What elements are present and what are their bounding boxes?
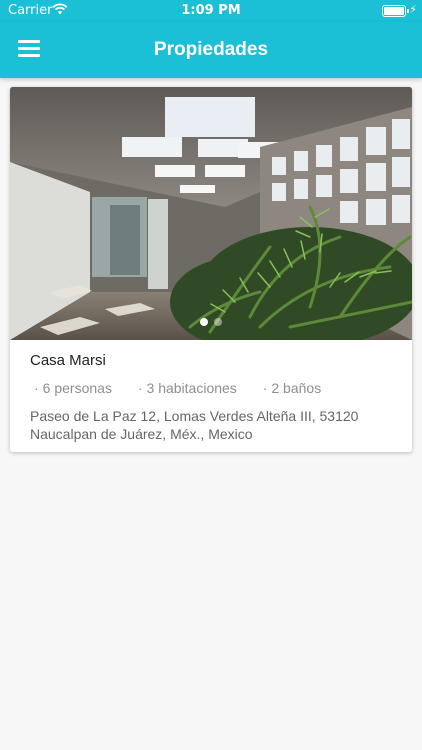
feature-bedrooms: 3 habitaciones: [138, 380, 237, 396]
charging-icon: ⚡: [409, 3, 417, 16]
app-bar: Propiedades: [0, 22, 422, 78]
clock: 1:09 PM: [181, 3, 241, 18]
page-title: Propiedades: [153, 39, 269, 60]
property-address: Paseo de La Paz 12, Lomas Verdes Alteña …: [30, 408, 359, 442]
property-photo[interactable]: [10, 87, 412, 340]
battery-icon: [382, 5, 409, 17]
carousel-indicator: [10, 313, 412, 331]
feature-guests: 6 personas: [34, 380, 112, 396]
property-name: Casa Marsi: [30, 352, 106, 369]
status-bar: Carrier 1:09 PM ⚡: [0, 0, 422, 22]
property-card[interactable]: Casa Marsi 6 personas 3 habitaciones 2 b…: [10, 87, 412, 452]
carousel-dot[interactable]: [200, 318, 208, 326]
feature-bathrooms: 2 baños: [263, 380, 321, 396]
property-features: 6 personas 3 habitaciones 2 baños: [34, 380, 343, 396]
carousel-dot[interactable]: [214, 318, 222, 326]
